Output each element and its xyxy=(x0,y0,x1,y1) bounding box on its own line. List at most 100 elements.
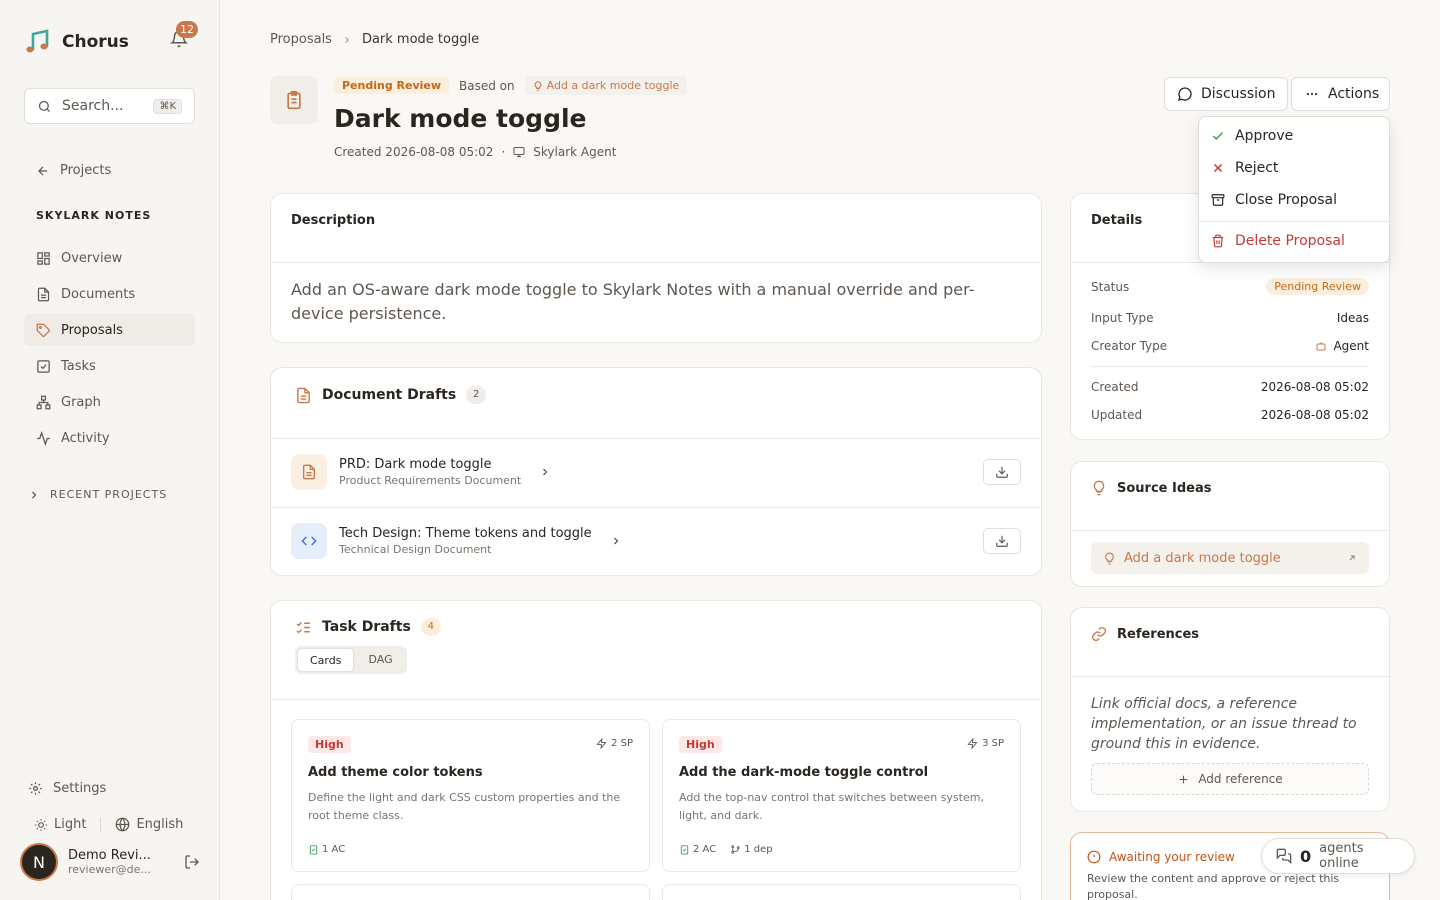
document-drafts-title: Document Drafts xyxy=(322,387,457,403)
agents-online-indicator[interactable]: 0 agents online xyxy=(1261,838,1415,874)
download-button[interactable] xyxy=(983,459,1021,485)
search-box[interactable]: Search... ⌘K xyxy=(24,88,195,124)
nav-item-overview[interactable]: Overview xyxy=(24,242,195,274)
tab-dag[interactable]: DAG xyxy=(356,648,404,672)
agents-online-label: agents online xyxy=(1319,841,1364,871)
actions-label: Actions xyxy=(1328,86,1380,102)
task-card[interactable] xyxy=(662,884,1021,900)
document-draft-row[interactable]: PRD: Dark mode toggle Product Requiremen… xyxy=(291,447,1021,497)
download-button[interactable] xyxy=(983,528,1021,554)
brand[interactable]: Chorus xyxy=(24,28,129,56)
chevron-right-icon xyxy=(610,535,622,547)
nav-item-proposals[interactable]: Proposals xyxy=(24,314,195,346)
description-title: Description xyxy=(291,213,376,228)
message-circle-icon xyxy=(1177,86,1193,102)
menu-item-label: Delete Proposal xyxy=(1235,233,1345,249)
project-name: SKYLARK NOTES xyxy=(36,209,152,222)
chevron-right-icon xyxy=(539,466,551,478)
check-icon xyxy=(1211,129,1225,143)
project-nav: Overview Documents Proposals Tasks Graph… xyxy=(24,242,195,458)
menu-item-close-proposal[interactable]: Close Proposal xyxy=(1211,192,1337,208)
arrow-left-icon xyxy=(36,164,50,178)
plus-icon xyxy=(1177,773,1190,786)
notification-badge: 12 xyxy=(176,21,198,38)
detail-label: Creator Type xyxy=(1091,339,1168,353)
app-name: Chorus xyxy=(62,32,129,52)
nav-label: Proposals xyxy=(61,322,123,338)
nav-label: Activity xyxy=(61,430,110,446)
nav-item-documents[interactable]: Documents xyxy=(24,278,195,310)
story-points-value: 3 SP xyxy=(982,738,1004,749)
draft-title: PRD: Dark mode toggle xyxy=(339,457,492,472)
source-ideas-title: Source Ideas xyxy=(1117,480,1212,496)
menu-item-label: Close Proposal xyxy=(1235,192,1338,208)
back-label: Projects xyxy=(60,163,112,178)
globe-icon[interactable] xyxy=(115,817,130,832)
prd-document-icon xyxy=(291,454,327,490)
search-icon xyxy=(37,99,52,114)
clipboard-icon xyxy=(270,76,318,124)
actions-button[interactable]: Actions xyxy=(1291,77,1390,111)
chevron-right-icon xyxy=(28,489,40,501)
tab-cards[interactable]: Cards xyxy=(297,648,355,672)
description-card: Description Add an OS-aware dark mode to… xyxy=(270,193,1042,343)
music-note-logo-icon xyxy=(24,28,52,56)
discussion-button[interactable]: Discussion xyxy=(1164,77,1289,111)
bot-icon xyxy=(1315,340,1327,352)
acceptance-criteria: 2 AC xyxy=(679,844,716,855)
theme-toggle[interactable]: Light xyxy=(54,817,86,832)
recent-projects-toggle[interactable]: RECENT PROJECTS xyxy=(28,488,167,501)
logout-icon[interactable] xyxy=(184,854,200,870)
nav-label: Graph xyxy=(61,394,101,410)
source-ideas-header: Source Ideas xyxy=(1091,480,1211,496)
document-drafts-card: Document Drafts 2 PRD: Dark mode toggle … xyxy=(270,367,1042,576)
divider xyxy=(271,507,1041,508)
nav-item-graph[interactable]: Graph xyxy=(24,386,195,418)
breadcrumb-current: Dark mode toggle xyxy=(361,32,480,47)
source-idea-link[interactable]: Add a dark mode toggle xyxy=(1091,542,1369,574)
menu-item-reject[interactable]: Reject xyxy=(1211,160,1278,176)
divider xyxy=(271,438,1041,439)
view-tabs: Cards DAG xyxy=(295,646,407,674)
page-title: Dark mode toggle xyxy=(334,104,587,133)
task-card[interactable] xyxy=(291,884,650,900)
story-points: 2 SP xyxy=(596,738,633,749)
grid-icon xyxy=(36,251,51,266)
code-icon xyxy=(291,523,327,559)
task-title: Add the dark-mode toggle control xyxy=(679,765,929,780)
detail-label: Created xyxy=(1091,380,1139,394)
user-profile[interactable]: N Demo Revi... reviewer@de... xyxy=(20,843,200,881)
document-draft-row[interactable]: Tech Design: Theme tokens and toggle Tec… xyxy=(291,516,1021,566)
divider xyxy=(1199,221,1389,222)
breadcrumb-parent[interactable]: Proposals xyxy=(270,32,332,47)
details-title: Details xyxy=(1091,213,1143,228)
task-description: Add the top-nav control that switches be… xyxy=(679,791,984,822)
menu-item-approve[interactable]: Approve xyxy=(1211,128,1293,144)
nav-item-activity[interactable]: Activity xyxy=(24,422,195,454)
x-icon xyxy=(1211,161,1225,175)
story-points: 3 SP xyxy=(967,738,1004,749)
settings-label: Settings xyxy=(53,781,107,796)
add-reference-button[interactable]: Add reference xyxy=(1091,763,1369,795)
settings-link[interactable]: Settings xyxy=(28,781,106,796)
sun-icon[interactable] xyxy=(34,818,48,832)
nav-item-tasks[interactable]: Tasks xyxy=(24,350,195,382)
back-to-projects[interactable]: Projects xyxy=(36,163,111,178)
awaiting-review-text: Review the content and approve or reject… xyxy=(1087,872,1340,900)
idea-chip-label: Add a dark mode toggle xyxy=(546,79,680,92)
task-drafts-header: Task Drafts 4 xyxy=(295,618,441,636)
divider xyxy=(271,699,1041,700)
language-select[interactable]: English xyxy=(136,817,183,832)
task-footer: 2 AC 1 dep xyxy=(679,844,773,855)
user-info: Demo Revi... reviewer@de... xyxy=(68,848,151,876)
task-card[interactable]: High 3 SP Add the dark-mode toggle contr… xyxy=(662,719,1021,872)
zap-icon xyxy=(967,738,978,749)
idea-chip[interactable]: Add a dark mode toggle xyxy=(524,76,688,95)
task-footer: 1 AC xyxy=(308,844,345,855)
menu-item-delete-proposal[interactable]: Delete Proposal xyxy=(1211,233,1345,249)
detail-value: Agent xyxy=(1333,339,1369,353)
tag-icon xyxy=(36,323,51,338)
avatar: N xyxy=(20,843,58,881)
task-card[interactable]: High 2 SP Add theme color tokens Define … xyxy=(291,719,650,872)
detail-updated-row: Updated 2026-08-08 05:02 xyxy=(1091,408,1369,422)
